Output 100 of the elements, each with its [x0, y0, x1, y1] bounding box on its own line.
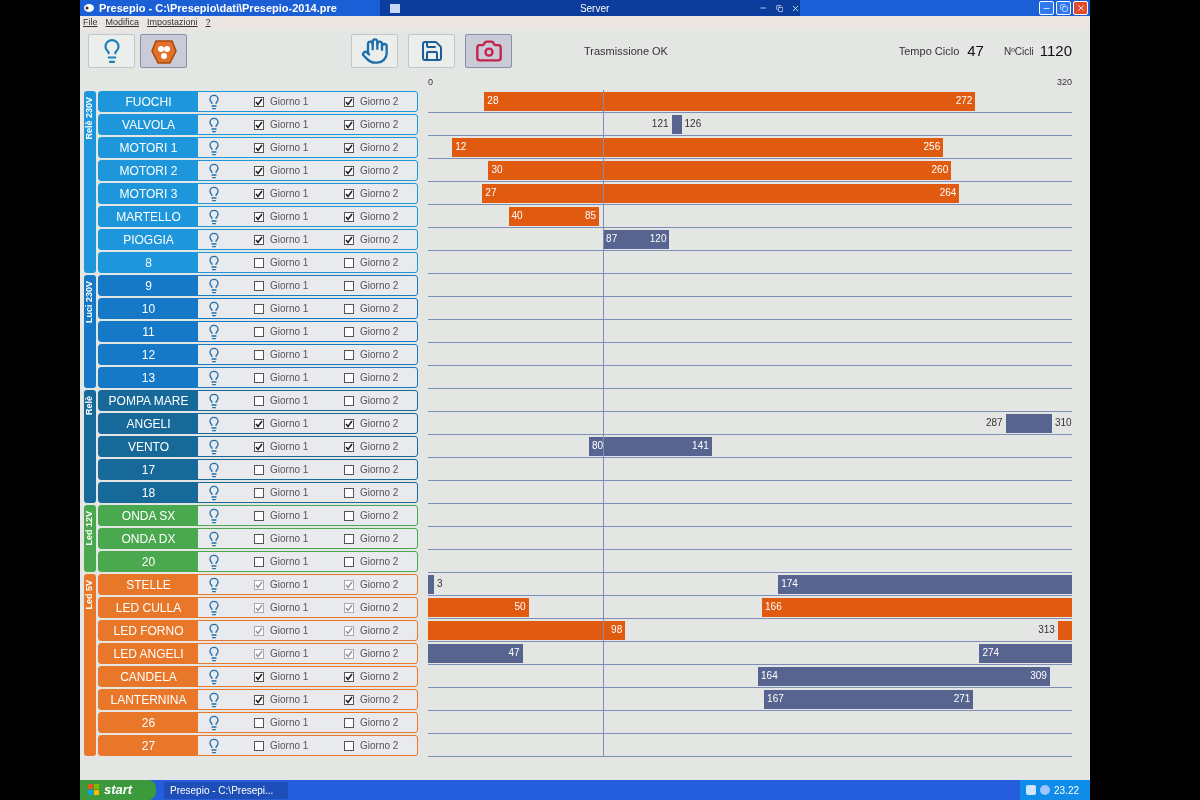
day-checkbox[interactable]: Giorno 2: [344, 117, 399, 132]
toolbar-button[interactable]: [408, 34, 455, 68]
lightbulb-icon[interactable]: [206, 645, 222, 662]
day-checkbox[interactable]: Giorno 1: [254, 738, 344, 753]
minimize-button[interactable]: [1039, 1, 1054, 15]
lightbulb-icon[interactable]: [206, 254, 222, 271]
lightbulb-icon[interactable]: [206, 461, 222, 478]
day-checkbox[interactable]: Giorno 2: [344, 347, 399, 362]
channel-name[interactable]: ANGELI: [99, 414, 198, 433]
schedule-bar[interactable]: [979, 644, 1072, 663]
day-checkbox[interactable]: Giorno 2: [344, 209, 399, 224]
day-checkbox[interactable]: Giorno 1: [254, 117, 344, 132]
day-checkbox[interactable]: Giorno 1: [254, 370, 344, 385]
lightbulb-icon[interactable]: [206, 599, 222, 616]
lightbulb-icon[interactable]: [206, 622, 222, 639]
day-checkbox[interactable]: Giorno 2: [344, 324, 399, 339]
day-checkbox[interactable]: Giorno 1: [254, 554, 344, 569]
menu-item[interactable]: Impostazioni: [147, 16, 198, 30]
day-checkbox[interactable]: Giorno 2: [344, 301, 399, 316]
day-checkbox[interactable]: Giorno 1: [254, 715, 344, 730]
lightbulb-icon[interactable]: [206, 231, 222, 248]
day-checkbox[interactable]: Giorno 1: [254, 163, 344, 178]
day-checkbox[interactable]: Giorno 2: [344, 163, 399, 178]
day-checkbox[interactable]: Giorno 1: [254, 209, 344, 224]
day-checkbox[interactable]: Giorno 2: [344, 186, 399, 201]
day-checkbox[interactable]: Giorno 1: [254, 439, 344, 454]
day-checkbox[interactable]: Giorno 2: [344, 485, 399, 500]
day-checkbox[interactable]: Giorno 2: [344, 508, 399, 523]
toolbar-button[interactable]: [140, 34, 187, 68]
schedule-bar[interactable]: [508, 207, 600, 226]
day-checkbox[interactable]: Giorno 1: [254, 462, 344, 477]
lightbulb-icon[interactable]: [206, 300, 222, 317]
channel-name[interactable]: 11: [99, 322, 198, 341]
lightbulb-icon[interactable]: [206, 369, 222, 386]
schedule-bar[interactable]: [758, 667, 1050, 686]
day-checkbox[interactable]: Giorno 1: [254, 416, 344, 431]
day-checkbox[interactable]: Giorno 2: [344, 462, 399, 477]
day-checkbox[interactable]: Giorno 2: [344, 370, 399, 385]
lightbulb-icon[interactable]: [206, 277, 222, 294]
day-checkbox[interactable]: Giorno 1: [254, 347, 344, 362]
lightbulb-icon[interactable]: [206, 668, 222, 685]
day-checkbox[interactable]: Giorno 1: [254, 508, 344, 523]
lightbulb-icon[interactable]: [206, 507, 222, 524]
lightbulb-icon[interactable]: [206, 116, 222, 133]
day-checkbox[interactable]: Giorno 2: [344, 94, 399, 109]
day-checkbox[interactable]: Giorno 1: [254, 255, 344, 270]
day-checkbox[interactable]: Giorno 2: [344, 232, 399, 247]
lightbulb-icon[interactable]: [206, 139, 222, 156]
menu-item[interactable]: Modifica: [105, 16, 140, 30]
day-checkbox[interactable]: Giorno 1: [254, 94, 344, 109]
channel-name[interactable]: 9: [99, 276, 198, 295]
day-checkbox[interactable]: Giorno 1: [254, 669, 344, 684]
day-checkbox[interactable]: Giorno 1: [254, 301, 344, 316]
day-checkbox[interactable]: Giorno 2: [344, 439, 399, 454]
restore-button[interactable]: [1056, 1, 1071, 15]
schedule-bar[interactable]: [764, 690, 974, 709]
toolbar-button[interactable]: [88, 34, 135, 68]
day-checkbox[interactable]: Giorno 2: [344, 692, 399, 707]
toolbar-button[interactable]: [351, 34, 398, 68]
lightbulb-icon[interactable]: [206, 438, 222, 455]
day-checkbox[interactable]: Giorno 1: [254, 140, 344, 155]
toolbar-button[interactable]: [465, 34, 512, 68]
day-checkbox[interactable]: Giorno 2: [344, 669, 399, 684]
lightbulb-icon[interactable]: [206, 484, 222, 501]
lightbulb-icon[interactable]: [206, 93, 222, 110]
day-checkbox[interactable]: Giorno 2: [344, 715, 399, 730]
day-checkbox[interactable]: Giorno 2: [344, 278, 399, 293]
channel-name[interactable]: 18: [99, 483, 198, 502]
day-checkbox[interactable]: Giorno 2: [344, 393, 399, 408]
schedule-bar[interactable]: [428, 575, 435, 594]
schedule-bar[interactable]: [603, 230, 670, 249]
day-checkbox[interactable]: Giorno 1: [254, 324, 344, 339]
day-checkbox[interactable]: Giorno 2: [344, 554, 399, 569]
lightbulb-icon[interactable]: [206, 346, 222, 363]
channel-name[interactable]: 13: [99, 368, 198, 387]
day-checkbox[interactable]: Giorno 1: [254, 232, 344, 247]
channel-name[interactable]: 17: [99, 460, 198, 479]
channel-name[interactable]: 10: [99, 299, 198, 318]
lightbulb-icon[interactable]: [206, 323, 222, 340]
close-button[interactable]: [1073, 1, 1088, 15]
day-checkbox[interactable]: Giorno 2: [344, 531, 399, 546]
lightbulb-icon[interactable]: [206, 208, 222, 225]
schedule-bar[interactable]: [1005, 414, 1052, 433]
day-checkbox[interactable]: Giorno 1: [254, 692, 344, 707]
day-checkbox[interactable]: Giorno 1: [254, 485, 344, 500]
lightbulb-icon[interactable]: [206, 737, 222, 754]
lightbulb-icon[interactable]: [206, 185, 222, 202]
day-checkbox[interactable]: Giorno 1: [254, 531, 344, 546]
menu-item[interactable]: ?: [205, 16, 211, 30]
restore-icon[interactable]: [775, 3, 783, 13]
channel-name[interactable]: POMPA MARE: [99, 391, 198, 410]
day-checkbox[interactable]: Giorno 2: [344, 140, 399, 155]
day-checkbox[interactable]: Giorno 1: [254, 186, 344, 201]
schedule-bar[interactable]: [671, 115, 682, 134]
channel-name[interactable]: VENTO: [99, 437, 198, 456]
lightbulb-icon[interactable]: [206, 530, 222, 547]
lightbulb-icon[interactable]: [206, 691, 222, 708]
day-checkbox[interactable]: Giorno 1: [254, 393, 344, 408]
start-button[interactable]: start: [80, 780, 156, 800]
lightbulb-icon[interactable]: [206, 392, 222, 409]
